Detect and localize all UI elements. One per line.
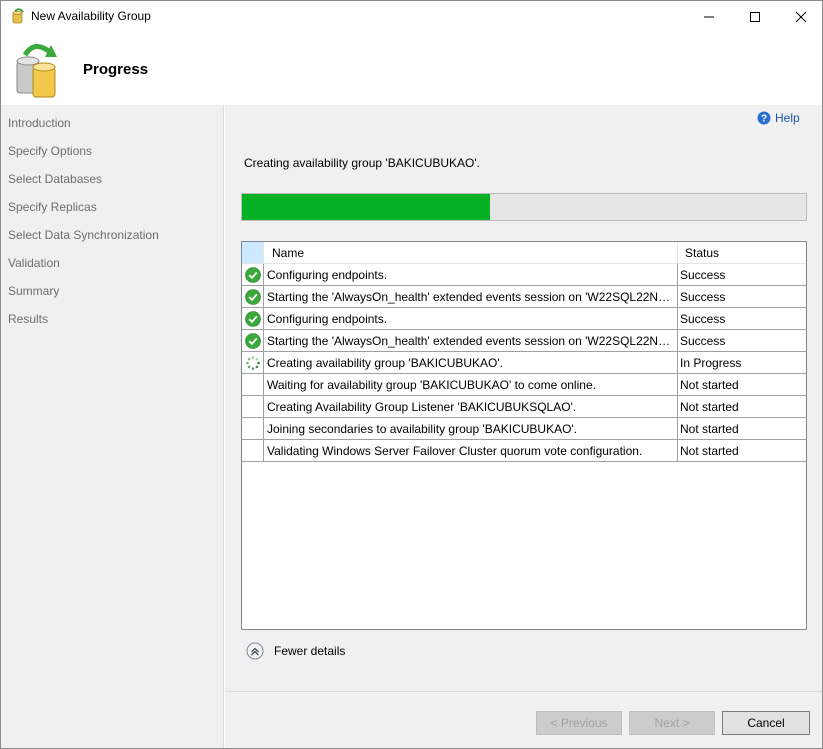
maximize-button[interactable] xyxy=(732,1,778,32)
table-row[interactable]: Configuring endpoints. Success xyxy=(242,308,806,330)
sidebar-item-select-databases[interactable]: Select Databases xyxy=(8,172,102,186)
row-status-icon-cell xyxy=(242,352,264,373)
success-icon xyxy=(244,310,261,327)
progress-bar-fill xyxy=(242,194,491,220)
sidebar-item-select-data-synchronization[interactable]: Select Data Synchronization xyxy=(8,228,159,242)
column-divider xyxy=(677,330,678,351)
row-status-icon-cell xyxy=(242,264,264,285)
status-message: Creating availability group 'BAKICUBUKAO… xyxy=(244,156,481,170)
row-status-icon-cell xyxy=(242,418,264,439)
column-divider xyxy=(677,352,678,373)
column-header-status[interactable]: Status xyxy=(685,246,719,260)
success-icon xyxy=(244,288,261,305)
table-row[interactable]: Starting the 'AlwaysOn_health' extended … xyxy=(242,286,806,308)
fewer-details-label: Fewer details xyxy=(274,644,346,658)
row-status: Not started xyxy=(680,400,739,414)
row-status: In Progress xyxy=(680,356,742,370)
spinner-icon xyxy=(245,355,260,370)
row-name: Configuring endpoints. xyxy=(267,268,388,282)
row-name: Creating Availability Group Listener 'BA… xyxy=(267,400,577,414)
table-row[interactable]: Validating Windows Server Failover Clust… xyxy=(242,440,806,462)
column-divider xyxy=(677,286,678,307)
sidebar-item-specify-replicas[interactable]: Specify Replicas xyxy=(8,200,97,214)
icon-column-header[interactable] xyxy=(242,242,264,263)
database-sync-icon xyxy=(16,44,57,98)
column-divider xyxy=(677,374,678,395)
progress-details-table: Name Status Configuring endpoints. Succes… xyxy=(241,241,807,630)
row-name: Starting the 'AlwaysOn_health' extended … xyxy=(267,290,675,304)
row-name: Configuring endpoints. xyxy=(267,312,388,326)
sidebar-item-introduction[interactable]: Introduction xyxy=(8,116,71,130)
row-status-icon-cell xyxy=(242,286,264,307)
close-button[interactable] xyxy=(778,1,822,32)
main-panel: ? Help Creating availability group 'BAKI… xyxy=(225,105,822,748)
column-divider xyxy=(677,242,678,264)
column-divider xyxy=(677,264,678,285)
row-status: Not started xyxy=(680,444,739,458)
sidebar-item-validation[interactable]: Validation xyxy=(8,256,60,270)
row-status: Not started xyxy=(680,422,739,436)
row-status-icon-cell xyxy=(242,396,264,417)
table-header: Name Status xyxy=(242,242,806,264)
column-divider xyxy=(677,440,678,461)
row-status-icon-cell xyxy=(242,330,264,351)
minimize-button[interactable] xyxy=(686,1,732,32)
row-name: Waiting for availability group 'BAKICUBU… xyxy=(267,378,596,392)
availability-group-app-icon xyxy=(12,8,24,24)
row-status-icon-cell xyxy=(242,308,264,329)
title-bar: New Availability Group xyxy=(1,1,822,32)
row-status: Success xyxy=(680,290,726,304)
collapse-up-icon xyxy=(246,642,264,660)
page-title: Progress xyxy=(83,61,149,78)
window-title: New Availability Group xyxy=(31,9,151,23)
row-status: Not started xyxy=(680,378,739,392)
column-header-name[interactable]: Name xyxy=(272,246,304,260)
help-link[interactable]: ? Help xyxy=(757,111,800,125)
help-label: Help xyxy=(775,111,800,125)
close-icon xyxy=(795,11,807,22)
table-row[interactable]: Waiting for availability group 'BAKICUBU… xyxy=(242,374,806,396)
wizard-sidebar: Introduction Specify Options Select Data… xyxy=(1,105,224,748)
dialog-window: New Availability Group Progress Introduc… xyxy=(0,0,823,749)
row-status: Success xyxy=(680,334,726,348)
table-row[interactable]: Joining secondaries to availability grou… xyxy=(242,418,806,440)
success-icon xyxy=(244,332,261,349)
table-row[interactable]: Starting the 'AlwaysOn_health' extended … xyxy=(242,330,806,352)
footer-divider xyxy=(225,691,822,692)
table-row[interactable]: Creating Availability Group Listener 'BA… xyxy=(242,396,806,418)
row-status: Success xyxy=(680,312,726,326)
table-row[interactable]: Configuring endpoints. Success xyxy=(242,264,806,286)
page-header: Progress xyxy=(1,32,822,105)
cancel-button[interactable]: Cancel xyxy=(722,711,810,735)
previous-button[interactable]: < Previous xyxy=(536,711,622,735)
table-row[interactable]: Creating availability group 'BAKICUBUKAO… xyxy=(242,352,806,374)
sidebar-item-specify-options[interactable]: Specify Options xyxy=(8,144,92,158)
row-status-icon-cell xyxy=(242,440,264,461)
minimize-icon xyxy=(704,16,714,17)
fewer-details-toggle[interactable]: Fewer details xyxy=(246,642,345,660)
progress-bar xyxy=(241,193,807,221)
column-divider xyxy=(677,308,678,329)
svg-text:?: ? xyxy=(761,114,767,125)
row-name: Starting the 'AlwaysOn_health' extended … xyxy=(267,334,675,348)
help-icon: ? xyxy=(757,111,771,125)
sidebar-item-summary[interactable]: Summary xyxy=(8,284,59,298)
next-button[interactable]: Next > xyxy=(629,711,715,735)
row-name: Joining secondaries to availability grou… xyxy=(267,422,578,436)
row-name: Validating Windows Server Failover Clust… xyxy=(267,444,643,458)
success-icon xyxy=(244,266,261,283)
maximize-icon xyxy=(750,11,760,22)
column-divider xyxy=(677,396,678,417)
row-status: Success xyxy=(680,268,726,282)
row-status-icon-cell xyxy=(242,374,264,395)
column-divider xyxy=(677,418,678,439)
sidebar-item-results[interactable]: Results xyxy=(8,312,48,326)
row-name: Creating availability group 'BAKICUBUKAO… xyxy=(267,356,504,370)
